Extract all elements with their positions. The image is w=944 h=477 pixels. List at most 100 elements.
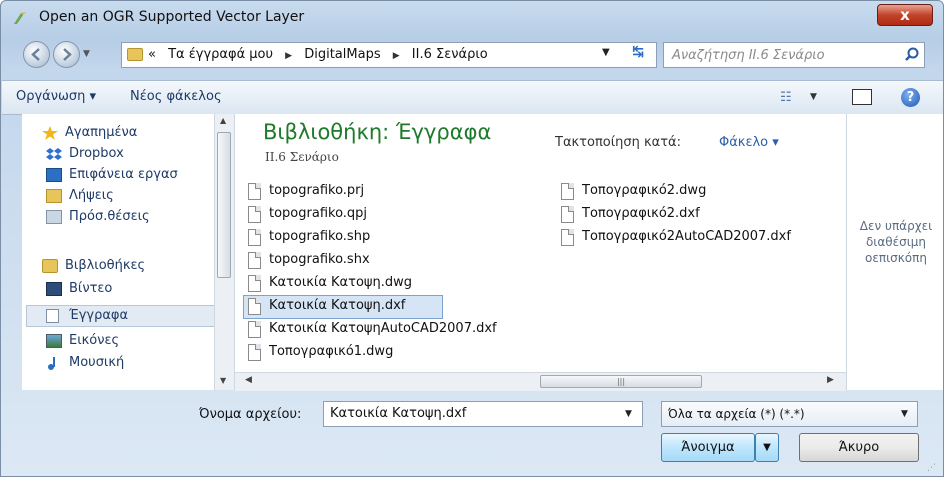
close-button[interactable]: x — [877, 4, 933, 26]
file-name: topografiko.prj — [269, 183, 365, 198]
breadcrumb-overflow[interactable]: « — [148, 47, 156, 62]
qgis-app-icon — [14, 12, 26, 24]
filter-dropdown-icon[interactable]: ▼ — [901, 409, 908, 419]
nav-label: Λήψεις — [69, 188, 114, 203]
libraries-icon — [42, 259, 58, 273]
resize-grip-icon[interactable]: ⋰ — [927, 463, 936, 473]
nav-label: Μουσική — [69, 355, 125, 370]
organize-button[interactable]: Οργάνωση ▾ — [16, 89, 96, 104]
chevron-right-icon[interactable]: ▶ — [393, 51, 400, 61]
file-item[interactable]: topografiko.shp — [248, 227, 478, 249]
filename-input[interactable]: Κατοικία Κατοψη.dxf — [323, 401, 643, 427]
file-name: topografiko.shp — [269, 229, 371, 244]
file-name: topografiko.shx — [269, 252, 370, 267]
file-icon — [561, 183, 574, 200]
file-item[interactable]: Κατοικία Κατοψη.dwg — [248, 273, 478, 295]
open-button[interactable]: Άνοιγμα — [661, 433, 755, 462]
arrange-by-dropdown[interactable]: Φάκελο ▾ — [719, 135, 779, 150]
scroll-down-icon[interactable]: ▼ — [220, 376, 226, 385]
file-name: Κατοικία Κατοψη.dxf — [269, 298, 406, 313]
navigation-pane: Αγαπημένα Dropbox Επιφάνεια εργασ Λήψεις… — [22, 114, 233, 390]
file-icon — [248, 298, 261, 315]
file-icon — [248, 344, 261, 361]
filename-label: Όνομα αρχείου: — [199, 407, 302, 422]
file-item[interactable]: Τοπογραφικό2.dxf — [561, 204, 831, 226]
scroll-thumb[interactable] — [217, 132, 231, 278]
file-name: Τοπογραφικό2AutoCAD2007.dxf — [582, 229, 791, 244]
breadcrumb: « Τα έγγραφά μου ▶ DigitalMaps ▶ II.6 Σε… — [148, 47, 496, 62]
star-icon — [42, 126, 58, 140]
help-icon[interactable]: ? — [901, 88, 920, 107]
documents-icon — [46, 309, 59, 323]
breadcrumb-my-documents[interactable]: Τα έγγραφά μου — [168, 47, 273, 62]
file-item[interactable]: topografiko.qpj — [248, 204, 478, 226]
file-item[interactable]: Τοπογραφικό1.dwg — [248, 342, 478, 364]
library-subtitle: II.6 Σενάριο — [265, 150, 339, 164]
pictures-icon — [46, 334, 62, 348]
refresh-icon[interactable]: ↹ — [623, 44, 653, 66]
music-note-icon — [48, 357, 55, 370]
new-folder-button[interactable]: Νέος φάκελος — [130, 89, 222, 104]
nav-label: Αγαπημένα — [65, 125, 138, 140]
file-icon — [248, 183, 261, 200]
nav-vertical-scrollbar[interactable]: ▲ ▼ — [214, 114, 234, 390]
scroll-up-icon[interactable]: ▲ — [220, 116, 226, 125]
nav-label: Βιβλιοθήκες — [65, 258, 146, 273]
recent-places-icon — [46, 210, 62, 224]
chevron-right-icon[interactable]: ▶ — [285, 51, 292, 61]
address-dropdown-icon[interactable]: ▼ — [602, 47, 610, 58]
forward-button[interactable] — [53, 41, 80, 68]
scroll-left-icon[interactable]: ◀ — [245, 375, 252, 385]
file-item[interactable]: topografiko.prj — [248, 181, 478, 203]
file-icon — [561, 229, 574, 246]
no-preview-text: Δεν υπάρχει διαθέσιμη οεπισκόπη — [859, 219, 933, 265]
scroll-thumb[interactable]: ||| — [540, 375, 702, 388]
window-title: Open an OGR Supported Vector Layer — [39, 9, 305, 25]
file-name: topografiko.qpj — [269, 206, 368, 221]
nav-label: Πρόσ.θέσεις — [69, 209, 150, 224]
breadcrumb-scenario[interactable]: II.6 Σενάριο — [412, 47, 488, 62]
file-icon — [561, 206, 574, 223]
file-item[interactable]: Τοπογραφικό2.dwg — [561, 181, 831, 203]
arrow-right-icon — [63, 48, 72, 61]
file-type-filter-select[interactable]: Όλα τα αρχεία (*) (*.*) — [661, 401, 918, 427]
filename-dropdown-icon[interactable]: ▼ — [625, 409, 632, 419]
file-name: Κατοικία Κατοψη.dwg — [269, 275, 412, 290]
address-bar[interactable]: « Τα έγγραφά μου ▶ DigitalMaps ▶ II.6 Σε… — [121, 42, 657, 68]
back-button[interactable] — [23, 41, 50, 68]
nav-label: Επιφάνεια εργασ — [69, 167, 178, 182]
file-icon — [248, 321, 261, 338]
file-name: Τοπογραφικό2.dwg — [582, 183, 707, 198]
open-dialog-window: Open an OGR Supported Vector Layer x ▼ «… — [0, 0, 944, 477]
file-item[interactable]: topografiko.shx — [248, 250, 478, 272]
file-item[interactable]: Κατοικία ΚατοψηAutoCAD2007.dxf — [248, 319, 548, 341]
nav-label: Βίντεο — [69, 281, 113, 296]
library-title: Βιβλιοθήκη: Έγγραφα — [263, 120, 492, 144]
search-placeholder: Αναζήτηση II.6 Σενάριο — [672, 48, 825, 63]
nav-label: Εικόνες — [69, 333, 120, 348]
history-dropdown-icon[interactable]: ▼ — [83, 49, 90, 59]
open-split-dropdown-icon[interactable]: ▼ — [755, 433, 779, 462]
search-input[interactable]: Αναζήτηση II.6 Σενάριο — [663, 42, 925, 68]
cancel-button[interactable]: Άκυρο — [799, 433, 919, 462]
video-icon — [46, 282, 62, 296]
file-item[interactable]: Τοπογραφικό2AutoCAD2007.dxf — [561, 227, 831, 249]
scroll-right-icon[interactable]: ▶ — [827, 375, 834, 385]
downloads-folder-icon — [46, 189, 62, 203]
nav-label: Έγγραφα — [69, 308, 129, 323]
preview-pane-icon[interactable] — [852, 89, 872, 105]
views-dropdown-icon[interactable]: ▼ — [810, 92, 817, 102]
file-icon — [248, 275, 261, 292]
title-bar[interactable]: Open an OGR Supported Vector Layer x — [1, 1, 943, 35]
file-item-selected[interactable]: Κατοικία Κατοψη.dxf — [243, 295, 443, 319]
nav-label: Dropbox — [69, 146, 124, 161]
file-name: Τοπογραφικό2.dxf — [582, 206, 700, 221]
command-toolbar: Οργάνωση ▾ Νέος φάκελος ☷ ▼ ? — [2, 80, 943, 115]
views-icon[interactable]: ☷ — [780, 90, 792, 105]
horizontal-scrollbar[interactable]: ◀ ||| ▶ — [235, 372, 846, 391]
dropbox-icon — [46, 148, 62, 160]
breadcrumb-digitalmaps[interactable]: DigitalMaps — [304, 47, 380, 62]
arrange-by-label: Τακτοποίηση κατά: — [555, 135, 681, 150]
search-icon[interactable] — [904, 47, 920, 63]
file-icon — [248, 252, 261, 269]
